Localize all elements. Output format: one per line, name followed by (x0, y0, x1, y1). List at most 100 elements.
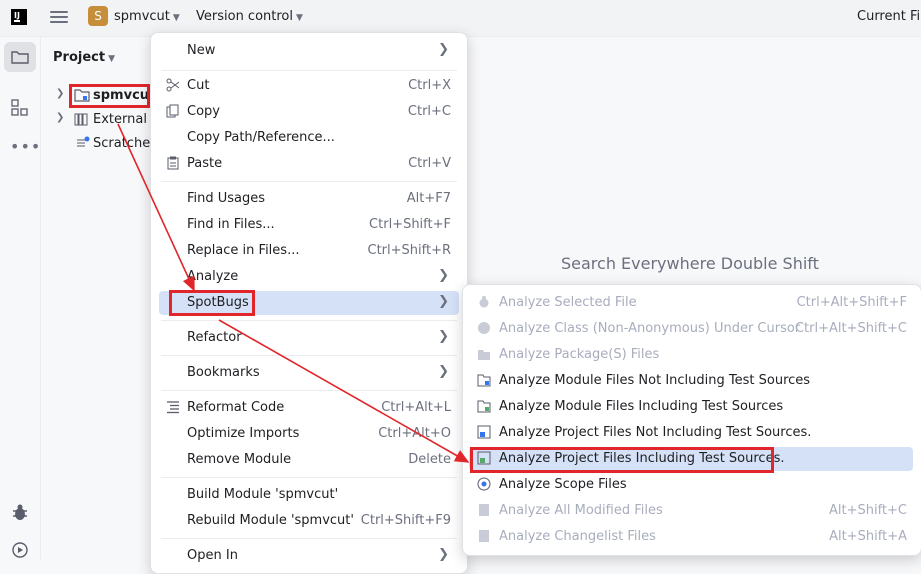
submenu-label: Analyze Changelist Files (499, 529, 656, 544)
menu-shortcut: Alt+F7 (406, 191, 451, 206)
menu-shortcut: Ctrl+Shift+F9 (360, 513, 451, 528)
menu-item-paste[interactable]: Paste Ctrl+V (159, 152, 459, 176)
menu-shortcut: Ctrl+Alt+L (381, 400, 451, 415)
project-switcher[interactable]: spmvcut ▼ (114, 9, 180, 24)
menu-separator (161, 538, 457, 539)
menu-item-find-in-files[interactable]: Find in Files... Ctrl+Shift+F (159, 213, 459, 237)
menu-label: Open In (187, 548, 238, 563)
submenu-item-analyze-packages[interactable]: Analyze Package(S) Files (469, 343, 913, 367)
changelist-gray-icon (477, 529, 491, 547)
menu-separator (161, 320, 457, 321)
submenu-item-analyze-module-no-tests[interactable]: Analyze Module Files Not Including Test … (469, 369, 913, 393)
scratches-icon (76, 136, 90, 154)
vcs-label: Version control (196, 9, 293, 24)
project-tool-button[interactable] (4, 42, 36, 72)
menu-label: Cut (187, 78, 210, 93)
services-icon[interactable] (10, 542, 30, 562)
menu-item-analyze[interactable]: Analyze ❯ (159, 265, 459, 289)
more-tools-icon[interactable]: ••• (10, 137, 41, 156)
menu-label: Bookmarks (187, 365, 260, 380)
submenu-shortcut: Alt+Shift+A (829, 529, 907, 544)
menu-item-open-in[interactable]: Open In ❯ (159, 544, 459, 568)
annotation-box-spmvcut (69, 84, 150, 108)
menu-shortcut: Ctrl+X (408, 78, 451, 93)
menu-shortcut: Ctrl+Shift+F (369, 217, 451, 232)
modified-gray-icon (477, 503, 491, 521)
menu-shortcut: Ctrl+V (408, 156, 451, 171)
submenu-shortcut: Ctrl+Alt+Shift+F (796, 295, 907, 310)
menu-shortcut: Delete (408, 452, 451, 467)
folder-icon (11, 51, 29, 64)
spotbugs-submenu: Analyze Selected File Ctrl+Alt+Shift+F An… (462, 284, 921, 556)
submenu-label: Analyze Class (Non-Anonymous) Under Curs… (499, 321, 801, 336)
spotbugs-gray-icon (477, 295, 491, 313)
menu-item-remove-module[interactable]: Remove Module Delete (159, 448, 459, 472)
menu-label: Reformat Code (187, 400, 285, 415)
menu-separator (161, 390, 457, 391)
project-title-label: Project (53, 50, 106, 65)
menu-label: Analyze (187, 269, 239, 284)
bug-icon[interactable] (10, 503, 30, 527)
submenu-item-analyze-changelist[interactable]: Analyze Changelist Files Alt+Shift+A (469, 525, 913, 549)
menu-label: Remove Module (187, 452, 292, 467)
menu-item-find-usages[interactable]: Find Usages Alt+F7 (159, 187, 459, 211)
menu-item-refactor[interactable]: Refactor ❯ (159, 326, 459, 350)
project-icon (477, 425, 491, 443)
annotation-box-analyze-project (470, 447, 774, 473)
submenu-item-analyze-module-with-tests[interactable]: Analyze Module Files Including Test Sour… (469, 395, 913, 419)
menu-item-new[interactable]: New ❯ (159, 39, 459, 63)
menu-item-optimize-imports[interactable]: Optimize Imports Ctrl+Alt+O (159, 422, 459, 446)
menu-item-replace-in-files[interactable]: Replace in Files... Ctrl+Shift+R (159, 239, 459, 263)
menu-label: Copy Path/Reference... (187, 130, 335, 145)
chevron-right-icon[interactable]: ❯ (56, 112, 64, 123)
menu-item-build-module[interactable]: Build Module 'spmvcut' (159, 483, 459, 507)
annotation-box-spotbugs (169, 290, 255, 316)
intellij-logo-icon[interactable]: IJ (11, 9, 27, 25)
submenu-item-analyze-class[interactable]: Analyze Class (Non-Anonymous) Under Curs… (469, 317, 913, 341)
submenu-item-analyze-scope[interactable]: Analyze Scope Files (469, 473, 913, 497)
vcs-widget[interactable]: Version control ▼ (196, 9, 303, 24)
submenu-label: Analyze Project Files Not Including Test… (499, 425, 812, 440)
project-badge[interactable]: S (88, 6, 108, 26)
menu-item-bookmarks[interactable]: Bookmarks ❯ (159, 361, 459, 385)
copy-icon (166, 104, 180, 122)
menu-label: Build Module 'spmvcut' (187, 487, 339, 502)
menu-item-rebuild-module[interactable]: Rebuild Module 'spmvcut' Ctrl+Shift+F9 (159, 509, 459, 533)
chevron-right-icon[interactable]: ❯ (56, 88, 64, 99)
submenu-label: Analyze Selected File (499, 295, 637, 310)
submenu-label: Analyze Module Files Including Test Sour… (499, 399, 784, 414)
menu-separator (161, 477, 457, 478)
submenu-item-analyze-selected-file[interactable]: Analyze Selected File Ctrl+Alt+Shift+F (469, 291, 913, 315)
logo-text: IJ (14, 11, 20, 20)
main-menu-icon[interactable] (50, 9, 68, 25)
project-panel-title[interactable]: Project ▼ (53, 50, 115, 65)
menu-shortcut: Ctrl+C (407, 104, 451, 119)
menu-label: Rebuild Module 'spmvcut' (187, 513, 354, 528)
submenu-label: Analyze Module Files Not Including Test … (499, 373, 811, 388)
menu-item-copy[interactable]: Copy Ctrl+C (159, 100, 459, 124)
chevron-right-icon: ❯ (438, 547, 449, 562)
menu-separator (161, 70, 457, 71)
run-config-selector[interactable]: Current File (857, 9, 921, 24)
package-gray-icon (477, 347, 491, 365)
menu-label: Refactor (187, 330, 242, 345)
search-everywhere-hint: Search Everywhere Double Shift (561, 254, 819, 273)
menu-label: Copy (187, 104, 220, 119)
menu-separator (161, 355, 457, 356)
chevron-down-icon: ▼ (108, 54, 115, 64)
menu-label: New (187, 43, 216, 58)
chevron-right-icon: ❯ (438, 268, 449, 283)
menu-item-cut[interactable]: Cut Ctrl+X (159, 74, 459, 98)
submenu-shortcut: Alt+Shift+C (828, 503, 907, 518)
submenu-item-analyze-modified[interactable]: Analyze All Modified Files Alt+Shift+C (469, 499, 913, 523)
menu-shortcut: Ctrl+Shift+R (367, 243, 452, 258)
structure-icon[interactable] (11, 99, 29, 121)
scissors-icon (166, 78, 180, 96)
library-icon (74, 113, 88, 130)
module-icon (477, 373, 491, 391)
submenu-item-analyze-project-no-tests[interactable]: Analyze Project Files Not Including Test… (469, 421, 913, 445)
submenu-label: Analyze Package(S) Files (499, 347, 660, 362)
menu-item-copy-path[interactable]: Copy Path/Reference... (159, 126, 459, 150)
scope-icon (477, 477, 491, 495)
menu-item-reformat-code[interactable]: Reformat Code Ctrl+Alt+L (159, 396, 459, 420)
